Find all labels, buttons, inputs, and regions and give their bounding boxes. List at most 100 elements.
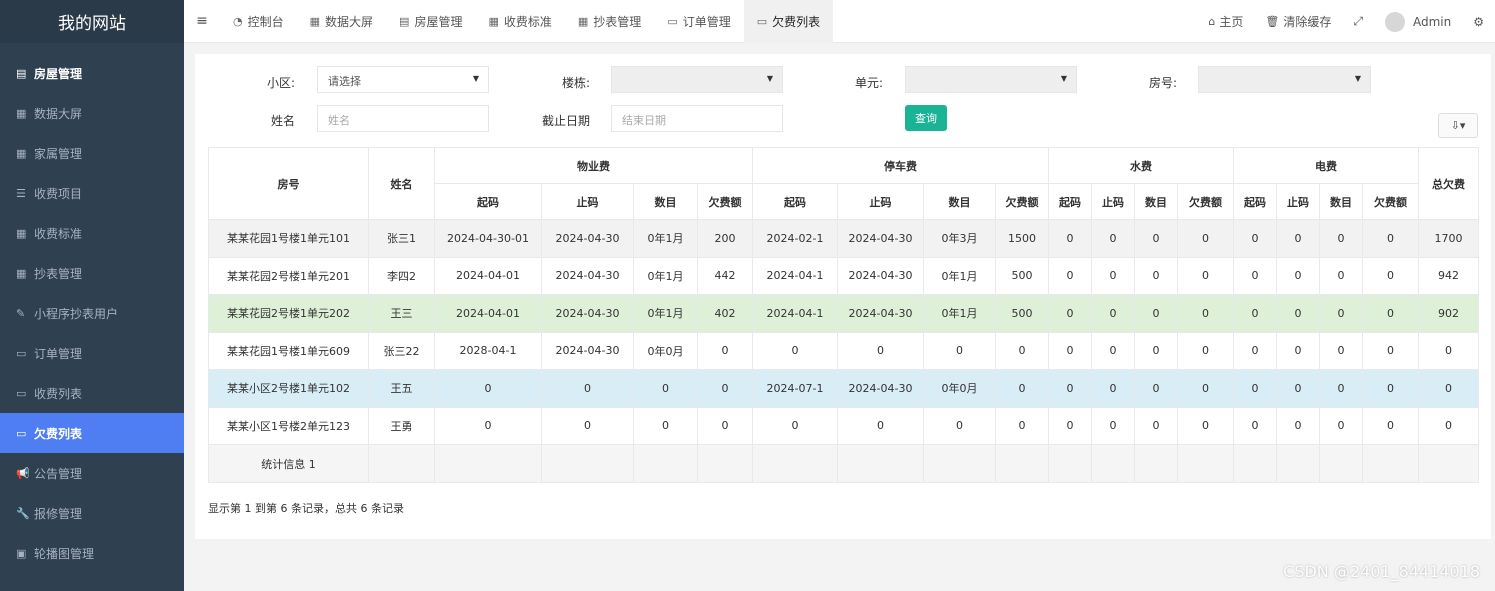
table-cell: 2024-04-1 <box>752 294 838 333</box>
deadline-input[interactable]: 结束日期 <box>611 105 783 132</box>
sidebar-item-1[interactable]: ▦ 数据大屏 <box>0 93 184 133</box>
trash-icon: 🗑 <box>1265 15 1280 28</box>
room-select[interactable]: ▼ <box>1198 66 1371 93</box>
clear-cache-link[interactable]: 🗑 清除缓存 <box>1254 13 1342 30</box>
table-cell: 2024-07-1 <box>752 369 838 408</box>
user-menu[interactable]: Admin <box>1374 11 1462 32</box>
table-cell: 0 <box>1233 406 1277 445</box>
table-cell: 2024-02-1 <box>752 219 838 258</box>
sidebar-item-label: 收费标准 <box>34 226 83 241</box>
subheader-water-1: 止码 <box>1091 183 1135 220</box>
sidebar-item-6[interactable]: ✎ 小程序抄表用户 <box>0 293 184 333</box>
table-cell: 0 <box>1177 294 1234 333</box>
tab-icon: ▦ <box>577 14 589 28</box>
table-cell: 0 <box>1418 406 1479 445</box>
table-row[interactable]: 某某花园2号楼1单元202 王三 2024-04-01 2024-04-30 0年1月 4… <box>208 294 1479 333</box>
table-cell: 0 <box>1319 219 1363 258</box>
table-cell: 0年1月 <box>633 219 698 258</box>
table-row[interactable]: 某某小区2号楼1单元102 王五 0 0 0 0 2024-07-1 2024-04-30 0年… <box>208 369 1479 408</box>
table-cell: 0 <box>1134 256 1178 295</box>
query-button[interactable]: 查询 <box>905 105 947 131</box>
table-cell: 0 <box>633 369 698 408</box>
sidebar-item-10[interactable]: 📢 公告管理 <box>0 453 184 493</box>
table-cell: 2024-04-30 <box>837 369 924 408</box>
table-cell: 0 <box>1233 369 1277 408</box>
sidebar-item-4[interactable]: ▦ 收费标准 <box>0 213 184 253</box>
summary-cell <box>1362 444 1419 483</box>
table-cell: 0 <box>1177 256 1234 295</box>
table-cell: 0 <box>1362 369 1419 408</box>
sidebar-item-5[interactable]: ▦ 抄表管理 <box>0 253 184 293</box>
deadline-label: 截止日期 <box>542 114 591 128</box>
table-cell: 0 <box>1233 256 1277 295</box>
sidebar-item-2[interactable]: ▦ 家属管理 <box>0 133 184 173</box>
edit-icon: ✎ <box>16 306 26 320</box>
table-cell: 0 <box>633 406 698 445</box>
export-button[interactable]: ⇩▾ <box>1438 113 1478 138</box>
table-row[interactable]: 某某花园1号楼1单元101 张三1 2024-04-30-01 2024-04-30 0… <box>208 219 1479 258</box>
name-input[interactable]: 姓名 <box>317 105 489 132</box>
sidebar-item-9[interactable]: ▭ 欠费列表 <box>0 413 184 453</box>
home-link[interactable]: ⌂ 主页 <box>1197 13 1254 30</box>
table-cell: 0 <box>837 331 924 370</box>
sidebar-item-11[interactable]: 🔧 报修管理 <box>0 493 184 533</box>
table-cell: 某某花园2号楼1单元202 <box>208 294 369 333</box>
tab-3[interactable]: ▦ 收费标准 <box>475 0 564 43</box>
table-cell: 0 <box>1319 369 1363 408</box>
table-cell: 500 <box>995 256 1049 295</box>
table-cell: 0年1月 <box>633 256 698 295</box>
table-cell: 0 <box>541 369 634 408</box>
table-cell: 0 <box>1319 256 1363 295</box>
subheader-property-1: 止码 <box>541 183 634 220</box>
table-cell: 2024-04-30 <box>837 219 924 258</box>
summary-row: 统计信息 1 <box>208 444 1479 483</box>
summary-cell <box>995 444 1049 483</box>
table-row[interactable]: 某某花园2号楼1单元201 李四2 2024-04-01 2024-04-30 0年1月… <box>208 256 1479 295</box>
tab-0[interactable]: ◔ 控制台 <box>220 0 297 43</box>
gear-icon: ⚙ <box>1473 14 1484 29</box>
menu-toggle-icon[interactable]: ≡ <box>184 13 220 29</box>
table-cell: 0 <box>837 406 924 445</box>
home-icon: ⌂ <box>1208 15 1216 28</box>
bullhorn-icon: 📢 <box>16 466 30 480</box>
unit-select[interactable]: ▼ <box>905 66 1077 93</box>
table-row[interactable]: 某某小区1号楼2单元123 王勇 0 0 0 0 0 0 0 0 0 0 0 0 0 0 0 0 0 <box>208 406 1479 445</box>
summary-cell <box>1048 444 1092 483</box>
summary-cell <box>1091 444 1135 483</box>
tab-1[interactable]: ▦ 数据大屏 <box>297 0 386 43</box>
table-cell: 0 <box>1048 406 1092 445</box>
tab-6[interactable]: ▭ 欠费列表 <box>743 0 834 43</box>
table-cell: 0 <box>1091 256 1135 295</box>
summary-cell <box>1233 444 1277 483</box>
community-select[interactable]: 请选择 ▼ <box>317 66 489 93</box>
sidebar-item-label: 订单管理 <box>34 346 83 361</box>
card-icon: ▭ <box>16 426 27 440</box>
table-cell: 442 <box>697 256 753 295</box>
table-cell: 0 <box>1233 331 1277 370</box>
top-right-actions: ⌂ 主页 🗑 清除缓存 ⤢ Admin ⚙ <box>1197 0 1495 43</box>
table-cell: 402 <box>697 294 753 333</box>
header-room: 房号 <box>208 147 369 220</box>
sidebar-item-8[interactable]: ▭ 收费列表 <box>0 373 184 413</box>
table-cell: 902 <box>1418 294 1479 333</box>
settings-button[interactable]: ⚙ <box>1462 15 1495 29</box>
subheader-water-3: 欠费额 <box>1177 183 1234 220</box>
summary-cell <box>1418 444 1479 483</box>
sidebar-item-3[interactable]: ☰ 收费项目 <box>0 173 184 213</box>
sidebar-item-0[interactable]: ▤ 房屋管理 <box>0 53 184 93</box>
table-cell: 0年1月 <box>923 294 996 333</box>
table-cell: 0 <box>697 406 753 445</box>
summary-cell <box>1319 444 1363 483</box>
sidebar-item-7[interactable]: ▭ 订单管理 <box>0 333 184 373</box>
table-cell: 0 <box>1134 331 1178 370</box>
table-row[interactable]: 某某花园1号楼1单元609 张三22 2028-04-1 2024-04-30 0年0月… <box>208 331 1479 370</box>
table-cell: 0 <box>1362 406 1419 445</box>
fullscreen-button[interactable]: ⤢ <box>1342 14 1374 29</box>
tab-5[interactable]: ▭ 订单管理 <box>654 0 743 43</box>
sidebar-item-12[interactable]: ▣ 轮播图管理 <box>0 533 184 573</box>
building-select[interactable]: ▼ <box>611 66 783 93</box>
tab-2[interactable]: ▤ 房屋管理 <box>386 0 475 43</box>
unit-label: 单元: <box>855 76 884 90</box>
summary-cell <box>837 444 924 483</box>
tab-4[interactable]: ▦ 抄表管理 <box>565 0 654 43</box>
